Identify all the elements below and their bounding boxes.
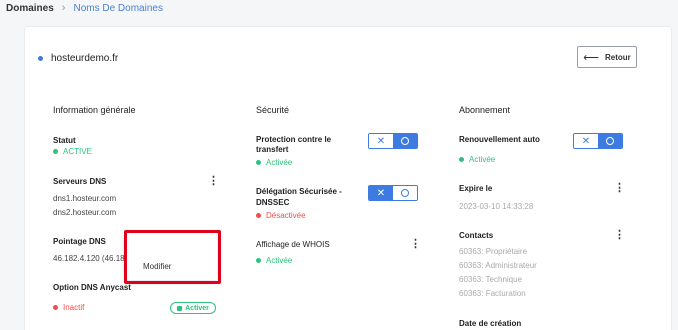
toggle-knob-icon xyxy=(598,134,622,148)
status-dot-icon xyxy=(53,149,58,154)
contacts-label: Contacts xyxy=(459,231,494,240)
back-button-label: Retour xyxy=(605,52,631,62)
dnssec-status: Désactivée xyxy=(256,211,306,220)
domain-status-dot-icon xyxy=(38,56,43,61)
breadcrumb: Domaines › Noms De Domaines xyxy=(6,2,163,14)
dnssec-status-text: Désactivée xyxy=(266,211,306,220)
toggle-x-icon: ✕ xyxy=(574,134,598,148)
breadcrumb-root[interactable]: Domaines xyxy=(6,3,54,14)
whois-kebab-menu-icon[interactable]: ⋮ xyxy=(410,239,421,250)
ns2-value: dns2.hosteur.com xyxy=(53,208,117,217)
status-dot-icon xyxy=(256,258,261,263)
serveurs-dns-label: Serveurs DNS xyxy=(53,177,107,186)
dnssec-label-line2: DNSSEC xyxy=(256,198,290,207)
dnssec-toggle[interactable]: ✕ xyxy=(368,185,418,201)
back-button[interactable]: ⟵ Retour xyxy=(577,46,637,68)
anycast-status: Inactif xyxy=(53,303,84,312)
section-title-general: Information générale xyxy=(53,105,136,115)
section-title-security: Sécurité xyxy=(256,105,290,115)
status-dot-icon xyxy=(256,160,261,165)
contacts-kebab-menu-icon[interactable]: ⋮ xyxy=(614,230,625,241)
transfer-status: Activée xyxy=(256,158,292,167)
status-dot-icon xyxy=(459,157,464,162)
transfer-label-line2: transfert xyxy=(256,145,289,154)
contact-item: 60363: Propriétaire xyxy=(459,247,528,256)
toggle-knob-icon xyxy=(393,134,417,148)
status-dot-icon xyxy=(53,305,58,310)
contact-item: 60363: Administrateur xyxy=(459,261,537,270)
statut-value: ACTIVE xyxy=(53,147,92,156)
transfer-status-text: Activée xyxy=(266,158,293,167)
transfer-toggle[interactable]: ✕ xyxy=(368,133,418,149)
back-arrow-icon: ⟵ xyxy=(583,51,599,64)
anycast-label: Option DNS Anycast xyxy=(53,283,131,292)
statut-label: Statut xyxy=(53,136,76,145)
contact-item: 60363: Technique xyxy=(459,275,523,284)
statut-text: ACTIVE xyxy=(63,147,92,156)
toggle-x-icon: ✕ xyxy=(369,134,393,148)
section-title-subscription: Abonnement xyxy=(459,105,511,115)
dnssec-label-line1: Délégation Sécurisée - xyxy=(256,187,342,196)
whois-status-text: Activée xyxy=(266,256,293,265)
domain-header: hosteurdemo.fr xyxy=(38,53,118,64)
toggle-x-icon: ✕ xyxy=(369,186,393,200)
creation-label: Date de création xyxy=(459,319,522,328)
annotation-highlight-box xyxy=(124,230,221,284)
renewal-label: Renouvellement auto xyxy=(459,135,540,144)
status-dot-icon xyxy=(256,213,261,218)
ns1-value: dns1.hosteur.com xyxy=(53,194,117,203)
expires-value: 2023-03-10 14:33:28 xyxy=(459,202,534,211)
activate-anycast-button[interactable]: Activer xyxy=(170,302,216,314)
pointage-dns-value: 46.182.4.120 (46.182. xyxy=(53,254,132,263)
domain-name: hosteurdemo.fr xyxy=(51,53,119,64)
whois-status: Activée xyxy=(256,256,292,265)
anycast-status-text: Inactif xyxy=(63,303,85,312)
lock-icon xyxy=(177,305,183,311)
whois-label: Affichage de WHOIS xyxy=(256,240,330,249)
renewal-toggle[interactable]: ✕ xyxy=(573,133,623,149)
renewal-status-text: Activée xyxy=(469,155,496,164)
domain-detail-card: hosteurdemo.fr ⟵ Retour Information géné… xyxy=(24,26,672,330)
activate-button-label: Activer xyxy=(185,304,209,312)
breadcrumb-current[interactable]: Noms De Domaines xyxy=(73,3,162,14)
contact-item: 60363: Facturation xyxy=(459,289,526,298)
breadcrumb-separator-icon: › xyxy=(61,2,66,14)
serveurs-dns-kebab-menu-icon[interactable]: ⋮ xyxy=(208,176,219,187)
renewal-status: Activée xyxy=(459,155,495,164)
expires-label: Expire le xyxy=(459,184,493,193)
expires-kebab-menu-icon[interactable]: ⋮ xyxy=(614,183,625,194)
toggle-knob-icon xyxy=(393,186,417,200)
pointage-dns-label: Pointage DNS xyxy=(53,237,106,246)
